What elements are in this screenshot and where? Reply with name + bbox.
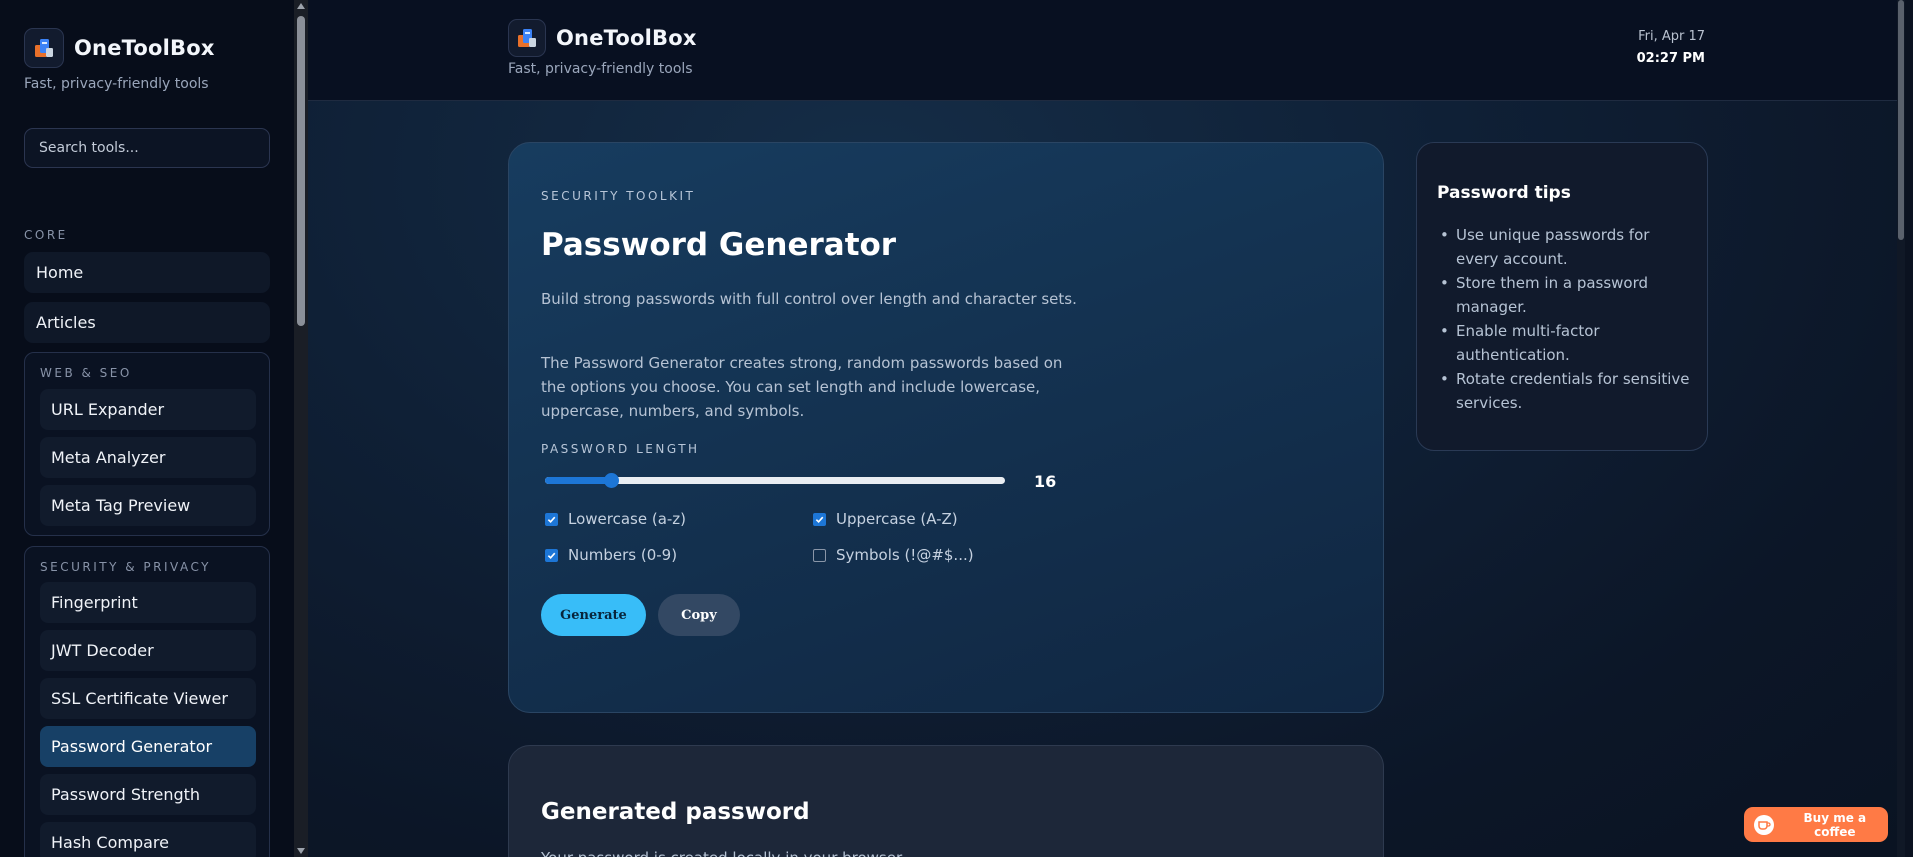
sidebar-scrollbar-thumb[interactable] — [297, 16, 305, 326]
numbers-checkbox[interactable] — [545, 548, 558, 562]
generated-password-card: Generated password Your password is crea… — [508, 745, 1384, 857]
section-label-core: CORE — [24, 228, 68, 242]
search-tools-input[interactable] — [24, 128, 270, 168]
sidebar-item-hash-compare[interactable]: Hash Compare — [40, 822, 256, 857]
brand-name: OneToolBox — [74, 36, 215, 60]
eyebrow-label: SECURITY TOOLKIT — [541, 189, 696, 203]
password-length-slider[interactable] — [545, 473, 1005, 488]
page-title: Password Generator — [541, 227, 897, 263]
buy-me-a-coffee-button[interactable]: Buy me a coffee — [1744, 807, 1888, 842]
uppercase-checkbox[interactable] — [813, 512, 826, 526]
scroll-up-arrow-icon[interactable] — [297, 3, 305, 9]
password-tips-card: Password tips Use unique passwords for e… — [1416, 142, 1708, 451]
symbols-label: Symbols (!@#$...) — [836, 546, 974, 564]
sidebar-item-meta-tag-preview[interactable]: Meta Tag Preview — [40, 485, 256, 526]
tip-item: Rotate credentials for sensitive service… — [1437, 367, 1693, 415]
sidebar-item-password-generator[interactable]: Password Generator — [40, 726, 256, 767]
password-length-label: PASSWORD LENGTH — [541, 442, 700, 456]
sidebar: OneToolBox Fast, privacy-friendly tools … — [0, 0, 294, 857]
sidebar-item-jwt-decoder[interactable]: JWT Decoder — [40, 630, 256, 671]
generated-password-title: Generated password — [541, 799, 810, 825]
generate-button[interactable]: Generate — [541, 594, 646, 636]
main-content: OneToolBox Fast, privacy-friendly tools … — [308, 0, 1905, 857]
page-scrollbar-thumb[interactable] — [1898, 0, 1904, 240]
toolbox-logo-icon — [508, 19, 546, 57]
header-date: Fri, Apr 17 — [1638, 29, 1705, 44]
toolbox-logo-icon — [24, 28, 64, 68]
header-tagline: Fast, privacy-friendly tools — [508, 61, 693, 77]
symbols-checkbox[interactable] — [813, 548, 826, 562]
lowercase-label: Lowercase (a-z) — [568, 510, 687, 528]
sidebar-item-home[interactable]: Home — [24, 252, 270, 293]
sidebar-item-password-strength[interactable]: Password Strength — [40, 774, 256, 815]
coffee-cup-icon — [1754, 814, 1774, 835]
sidebar-group-web-seo: WEB & SEO URL Expander Meta Analyzer Met… — [24, 352, 270, 536]
scroll-down-arrow-icon[interactable] — [297, 848, 305, 854]
header-brand-name: OneToolBox — [556, 26, 697, 50]
password-generator-card: SECURITY TOOLKIT Password Generator Buil… — [508, 142, 1384, 713]
sidebar-brand[interactable]: OneToolBox — [24, 28, 215, 68]
tips-title: Password tips — [1437, 183, 1571, 203]
tip-item: Store them in a password manager. — [1437, 271, 1693, 319]
top-header: OneToolBox Fast, privacy-friendly tools … — [308, 0, 1905, 101]
numbers-label: Numbers (0-9) — [568, 546, 678, 564]
lowercase-checkbox[interactable] — [545, 512, 558, 526]
lowercase-option[interactable]: Lowercase (a-z) — [545, 510, 686, 528]
page-description: Build strong passwords with full control… — [541, 290, 1077, 308]
sidebar-item-fingerprint[interactable]: Fingerprint — [40, 582, 256, 623]
sidebar-item-meta-analyzer[interactable]: Meta Analyzer — [40, 437, 256, 478]
sidebar-scrollbar[interactable] — [294, 0, 308, 857]
uppercase-option[interactable]: Uppercase (A-Z) — [813, 510, 958, 528]
header-time: 02:27 PM — [1636, 51, 1705, 66]
tip-item: Enable multi-factor authentication. — [1437, 319, 1693, 367]
uppercase-label: Uppercase (A-Z) — [836, 510, 958, 528]
tip-item: Use unique passwords for every account. — [1437, 223, 1693, 271]
brand-tagline: Fast, privacy-friendly tools — [24, 76, 209, 92]
numbers-option[interactable]: Numbers (0-9) — [545, 546, 677, 564]
tips-list: Use unique passwords for every account. … — [1437, 223, 1693, 415]
sidebar-item-ssl-certificate-viewer[interactable]: SSL Certificate Viewer — [40, 678, 256, 719]
section-label-security: SECURITY & PRIVACY — [40, 560, 211, 574]
sidebar-group-security: SECURITY & PRIVACY Fingerprint JWT Decod… — [24, 546, 270, 857]
page-scrollbar[interactable] — [1897, 0, 1905, 857]
coffee-label: Buy me a coffee — [1803, 810, 1867, 839]
header-brand[interactable]: OneToolBox — [508, 19, 697, 57]
slider-thumb[interactable] — [604, 473, 619, 488]
generated-password-description: Your password is created locally in your… — [541, 849, 906, 857]
page-details: The Password Generator creates strong, r… — [541, 354, 1063, 420]
copy-button[interactable]: Copy — [658, 594, 740, 636]
section-label-web-seo: WEB & SEO — [40, 366, 132, 380]
slider-fill — [545, 477, 611, 484]
password-length-value: 16 — [1034, 472, 1057, 491]
sidebar-item-url-expander[interactable]: URL Expander — [40, 389, 256, 430]
symbols-option[interactable]: Symbols (!@#$...) — [813, 546, 974, 564]
sidebar-item-articles[interactable]: Articles — [24, 302, 270, 343]
